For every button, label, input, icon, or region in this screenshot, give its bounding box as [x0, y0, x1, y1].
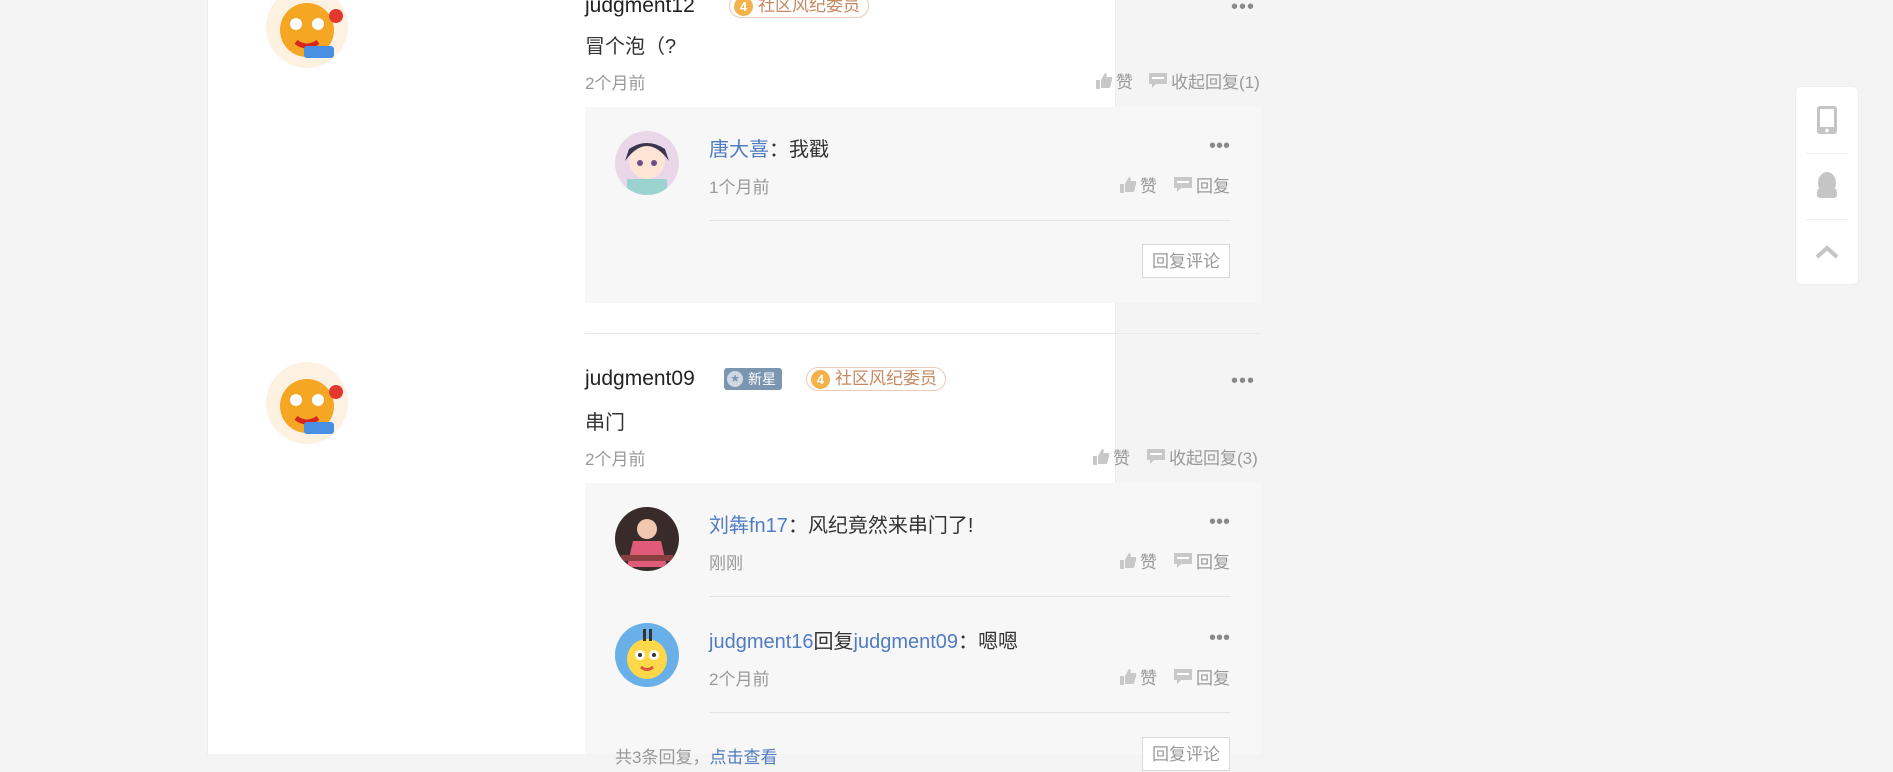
comment-icon: [1149, 72, 1167, 88]
like-button[interactable]: 赞: [1119, 664, 1157, 689]
comments-panel: judgment12 4 社区风纪委员 ••• 冒个泡（? 2个月前 赞 收起回…: [207, 0, 1261, 771]
reply-text: 风纪竟然来串门了!: [807, 515, 974, 537]
reply-box: 刘犇fn17：风纪竟然来串门了! ••• 刚刚 赞 回复 judgment16回…: [585, 483, 1261, 771]
level-badge: 4 社区风纪委员: [729, 0, 869, 18]
floating-toolbar: [1795, 86, 1859, 285]
reply-comment-button[interactable]: 回复评论: [1142, 737, 1230, 771]
level-number: 4: [811, 369, 830, 389]
star-icon: ★: [727, 371, 743, 387]
view-more-link[interactable]: 点击查看: [709, 748, 777, 767]
comment-icon: [1147, 448, 1165, 464]
divider: [709, 596, 1231, 597]
reply-button[interactable]: 回复: [1173, 548, 1230, 573]
more-options-icon[interactable]: •••: [1209, 628, 1230, 648]
mobile-icon[interactable]: [1796, 87, 1858, 153]
avatar[interactable]: [615, 623, 679, 687]
reply-time: 1个月前: [709, 178, 770, 197]
thumbs-up-icon: [1120, 668, 1137, 685]
reply-text: 我戳: [789, 139, 829, 161]
comment-username[interactable]: judgment12: [585, 0, 695, 18]
back-to-top-icon[interactable]: [1796, 219, 1858, 285]
comment-username[interactable]: judgment09: [585, 367, 695, 391]
reply-comment-button[interactable]: 回复评论: [1142, 244, 1230, 278]
comment-time: 2个月前: [585, 450, 646, 469]
comment-icon: [1174, 668, 1192, 684]
comment-text: 冒个泡（?: [585, 36, 677, 58]
reply-time: 2个月前: [709, 670, 770, 689]
avatar[interactable]: [615, 507, 679, 571]
comment-time: 2个月前: [585, 74, 646, 93]
level-number: 4: [734, 0, 753, 16]
reply-username[interactable]: 唐大喜: [709, 139, 769, 161]
thumbs-up-icon: [1096, 72, 1113, 89]
reply-line: 唐大喜：我戳: [709, 139, 829, 161]
thumbs-up-icon: [1120, 552, 1137, 569]
level-badge: 4 社区风纪委员: [806, 367, 946, 391]
reply-line: 刘犇fn17：风纪竟然来串门了!: [709, 515, 974, 537]
reply-line: judgment16回复judgment09：嗯嗯: [709, 631, 1019, 653]
reply-text: 嗯嗯: [978, 631, 1019, 653]
thumbs-up-icon: [1120, 176, 1137, 193]
avatar[interactable]: [266, 362, 348, 444]
reply-time: 刚刚: [709, 554, 743, 573]
level-title: 社区风纪委员: [758, 0, 860, 15]
reply-username[interactable]: judgment16: [709, 631, 814, 653]
qq-penguin-icon[interactable]: [1796, 153, 1858, 219]
avatar[interactable]: [266, 0, 348, 68]
divider: [709, 220, 1231, 221]
comment-divider: [585, 333, 1261, 334]
more-options-icon[interactable]: •••: [1231, 0, 1255, 17]
new-star-badge: ★ 新星: [724, 368, 782, 390]
reply-count-text: 共3条回复，: [615, 748, 710, 767]
reply-button[interactable]: 回复: [1173, 172, 1230, 197]
reply-button[interactable]: 回复: [1173, 664, 1230, 689]
more-options-icon[interactable]: •••: [1209, 512, 1230, 532]
reply-box: 唐大喜：我戳 ••• 1个月前 赞 回复 回复评论: [585, 107, 1261, 303]
replies-footer: 共3条回复，点击查看: [615, 743, 777, 768]
level-title: 社区风纪委员: [835, 369, 937, 388]
avatar[interactable]: [615, 131, 679, 195]
comment-text: 串门: [585, 412, 625, 434]
more-options-icon[interactable]: •••: [1231, 371, 1255, 391]
like-button[interactable]: 赞: [1095, 68, 1133, 93]
like-button[interactable]: 赞: [1119, 172, 1157, 197]
more-options-icon[interactable]: •••: [1209, 136, 1230, 156]
like-button[interactable]: 赞: [1119, 548, 1157, 573]
comment-icon: [1174, 176, 1192, 192]
toggle-replies-button[interactable]: 收起回复(3): [1146, 444, 1258, 469]
divider: [709, 712, 1231, 713]
reply-target-username[interactable]: judgment09: [854, 631, 959, 653]
thumbs-up-icon: [1093, 448, 1110, 465]
reply-username[interactable]: 刘犇fn17: [709, 515, 788, 537]
toggle-replies-button[interactable]: 收起回复(1): [1148, 68, 1260, 93]
like-button[interactable]: 赞: [1092, 444, 1130, 469]
comment-icon: [1174, 552, 1192, 568]
